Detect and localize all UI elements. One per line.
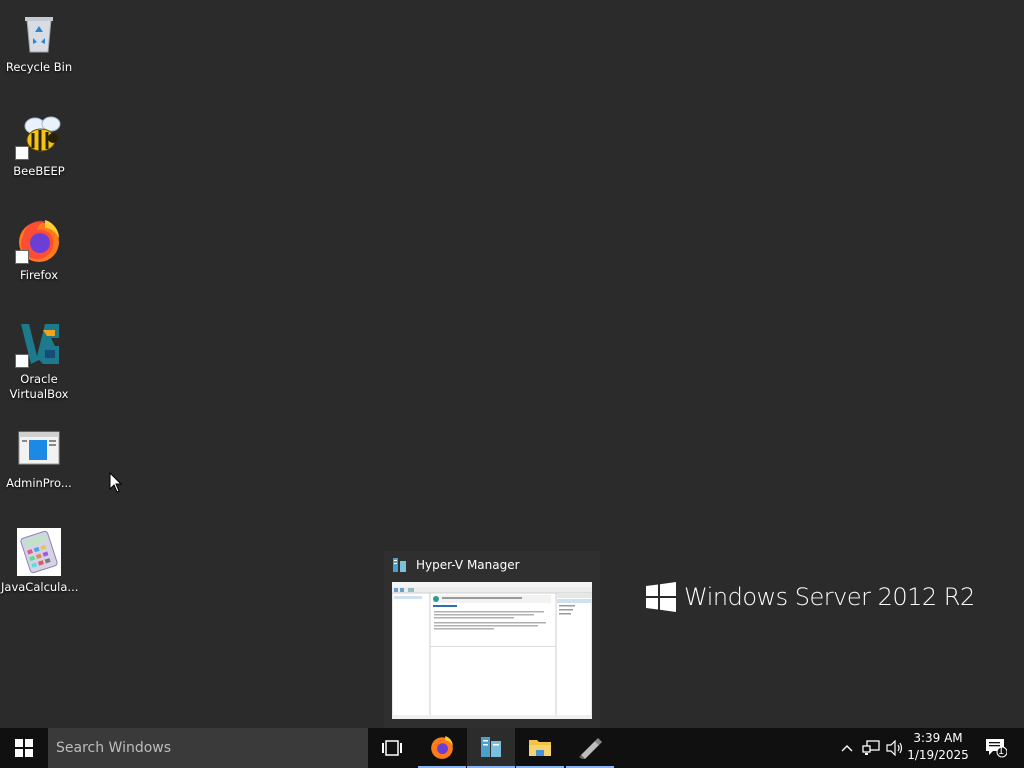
desktop-icon-firefox[interactable]: Firefox	[1, 216, 77, 283]
network-status-button[interactable]	[860, 728, 882, 768]
java-calculator-icon	[15, 528, 63, 576]
firefox-icon	[431, 736, 453, 759]
pen-tool-icon	[579, 738, 602, 759]
hyper-v-icon	[481, 737, 501, 757]
desktop-icon-recycle-bin[interactable]: Recycle Bin	[1, 8, 77, 75]
shortcut-arrow-icon	[15, 146, 29, 160]
desktop-icon-label: Firefox	[19, 268, 59, 282]
speaker-icon	[886, 740, 903, 756]
shortcut-arrow-icon	[15, 354, 29, 368]
adminpro-icon	[15, 424, 63, 472]
preview-title-text: Hyper-V Manager	[416, 558, 520, 572]
search-box[interactable]: Search Windows	[48, 728, 368, 768]
hyper-v-icon	[393, 558, 406, 572]
desktop: Recycle Bin BeeBEEP Firefox Oracle Virtu…	[0, 0, 1024, 728]
watermark-text: Windows Server 2012 R2	[684, 583, 975, 611]
taskbar-firefox-button[interactable]	[418, 728, 466, 768]
windows-start-icon	[15, 739, 33, 757]
preview-title: Hyper-V Manager	[392, 557, 520, 573]
network-icon	[862, 740, 880, 755]
preview-window-thumbnail[interactable]	[392, 582, 592, 719]
beebeep-icon	[15, 112, 63, 160]
start-button[interactable]	[0, 728, 48, 768]
folder-icon	[529, 740, 551, 756]
recycle-bin-icon	[15, 8, 63, 56]
search-placeholder: Search Windows	[56, 740, 172, 756]
desktop-icon-label: JavaCalcula...	[1, 580, 79, 594]
desktop-icon-adminpro[interactable]: AdminPro...	[1, 424, 77, 491]
action-center-button[interactable]: 1	[976, 728, 1016, 768]
taskbar-file-explorer-button[interactable]	[516, 728, 564, 768]
taskbar-hyper-v-button[interactable]	[467, 728, 515, 768]
virtualbox-icon	[15, 320, 63, 368]
desktop-icon-beebeep[interactable]: BeeBEEP	[1, 112, 77, 179]
task-view-icon	[382, 740, 402, 756]
taskbar: Search Windows 3:39 AM 1/19/2025 1	[0, 728, 1024, 768]
clock-time: 3:39 AM	[913, 731, 963, 745]
taskbar-thumbnail-preview[interactable]: Hyper-V Manager	[384, 551, 600, 728]
show-hidden-icons-button[interactable]	[838, 728, 856, 768]
chevron-up-icon	[841, 745, 853, 752]
shortcut-arrow-icon	[15, 250, 29, 264]
taskbar-clock[interactable]: 3:39 AM 1/19/2025	[906, 730, 970, 764]
volume-button[interactable]	[884, 728, 906, 768]
desktop-icon-label: Oracle VirtualBox	[9, 372, 69, 401]
desktop-icon-label: BeeBEEP	[13, 164, 65, 178]
os-watermark: Windows Server 2012 R2	[646, 582, 975, 612]
windows-logo-icon	[646, 582, 676, 612]
task-view-button[interactable]	[368, 728, 416, 768]
firefox-icon	[15, 216, 63, 264]
taskbar-tool-button[interactable]	[566, 728, 614, 768]
clock-date: 1/19/2025	[907, 748, 969, 762]
notification-count: 1	[997, 746, 1005, 757]
mouse-cursor-icon	[109, 472, 123, 493]
desktop-icon-label: Recycle Bin	[5, 60, 73, 74]
desktop-icon-label: AdminPro...	[6, 476, 72, 490]
desktop-icon-java-calculator[interactable]: JavaCalcula...	[1, 528, 79, 595]
desktop-icon-virtualbox[interactable]: Oracle VirtualBox	[1, 320, 77, 402]
